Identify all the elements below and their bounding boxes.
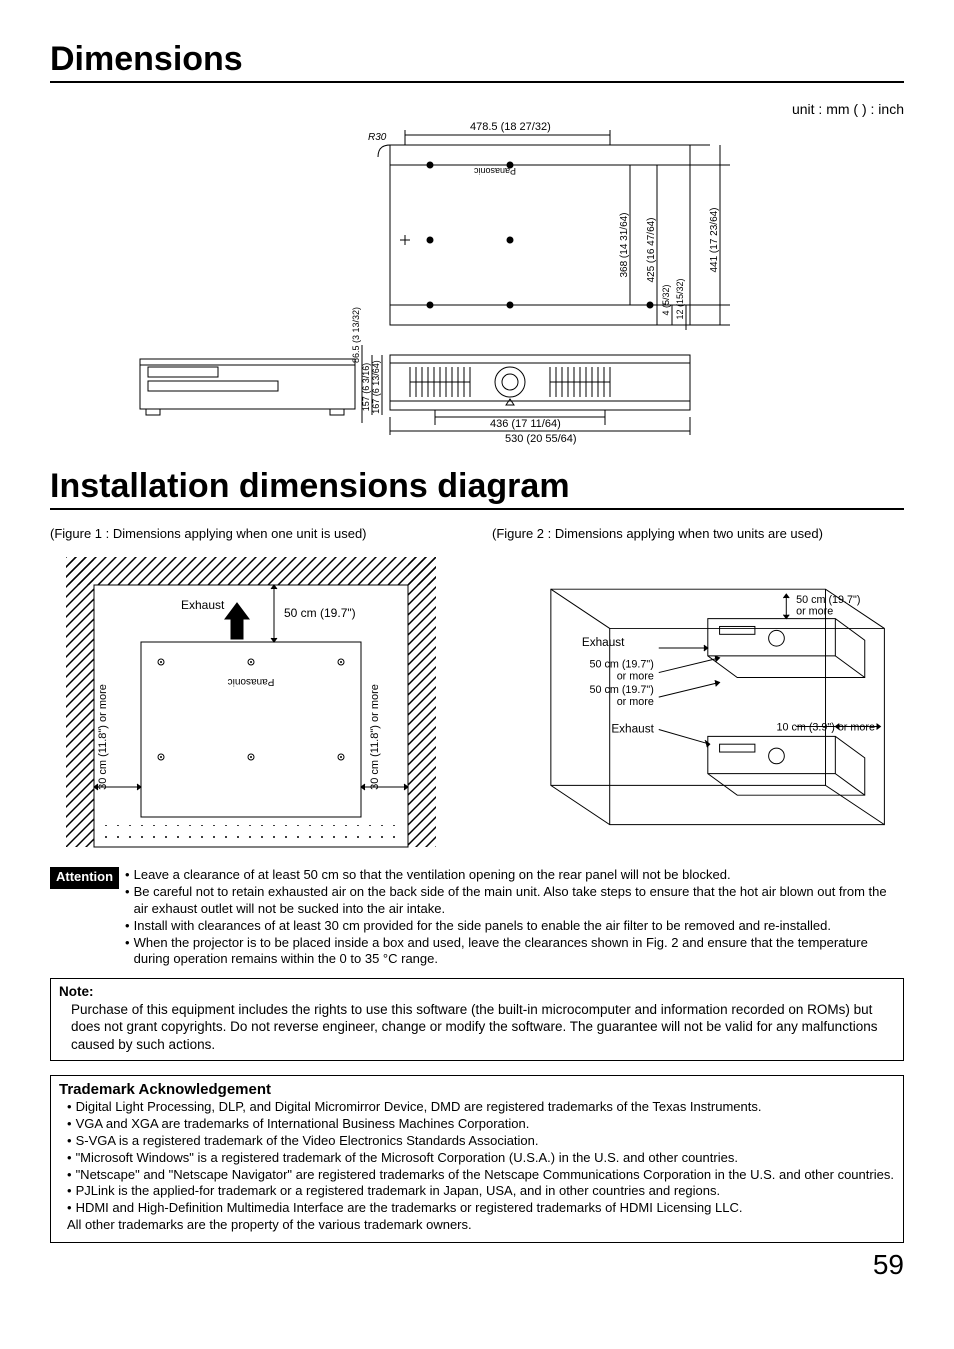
dimensions-drawing: R30 478.5 (18 27/32) Panasonic 368 (14 3… xyxy=(110,105,750,445)
svg-text:or more: or more xyxy=(796,606,833,618)
note-body: Purchase of this equipment includes the … xyxy=(59,1001,895,1054)
brand-top: Panasonic xyxy=(473,166,516,176)
svg-text:Panasonic: Panasonic xyxy=(228,676,275,687)
attention-list: •Leave a clearance of at least 50 cm so … xyxy=(125,867,904,968)
fig2-caption: (Figure 2 : Dimensions applying when two… xyxy=(492,526,904,541)
svg-text:Exhaust: Exhaust xyxy=(582,636,625,649)
dim-4: 4 (5/32) xyxy=(661,284,671,315)
dim-368: 368 (14 31/64) xyxy=(619,212,630,277)
attention-label: Attention xyxy=(50,867,119,889)
fig1-caption: (Figure 1 : Dimensions applying when one… xyxy=(50,526,462,541)
svg-text:30 cm (11.8") or more: 30 cm (11.8") or more xyxy=(97,684,109,790)
svg-text:or more: or more xyxy=(617,670,654,682)
dim-441: 441 (17 23/64) xyxy=(709,207,720,272)
dim-167: 167 (6 13/64) xyxy=(371,360,381,414)
svg-text:50 cm (19.7"): 50 cm (19.7") xyxy=(589,659,653,671)
dim-436: 436 (17 11/64) xyxy=(490,418,561,430)
svg-text:30 cm (11.8") or more: 30 cm (11.8") or more xyxy=(369,684,381,790)
svg-text:Exhaust: Exhaust xyxy=(611,722,654,735)
dim-86: 86.5 (3 13/32) xyxy=(351,307,361,363)
top-diagram: R30 478.5 (18 27/32) Panasonic 368 (14 3… xyxy=(50,95,904,455)
page-number: 59 xyxy=(50,1249,904,1281)
attention-block: Attention •Leave a clearance of at least… xyxy=(50,867,904,968)
heading-dimensions: Dimensions xyxy=(50,40,904,83)
svg-text:Exhaust: Exhaust xyxy=(181,598,225,612)
svg-text:50 cm (19.7"): 50 cm (19.7") xyxy=(589,684,653,696)
trademark-frame: Trademark Acknowledgement •Digital Light… xyxy=(50,1075,904,1244)
dim-157: 157 (6 3/16) xyxy=(361,363,371,412)
svg-text:10 cm (3.9") or more: 10 cm (3.9") or more xyxy=(776,721,875,733)
heading-install: Installation dimensions diagram xyxy=(50,467,904,510)
svg-text:50 cm (19.7"): 50 cm (19.7") xyxy=(796,594,860,606)
dim-top-width: 478.5 (18 27/32) xyxy=(470,121,551,133)
svg-text:50 cm (19.7"): 50 cm (19.7") xyxy=(284,606,356,620)
figure-2-drawing: 50 cm (19.7") or more Exhaust 50 cm (19.… xyxy=(492,547,904,857)
trademark-title: Trademark Acknowledgement xyxy=(59,1080,895,1100)
dim-425: 425 (16 47/64) xyxy=(646,217,657,282)
note-frame: Note: Purchase of this equipment include… xyxy=(50,978,904,1060)
note-title: Note: xyxy=(59,983,895,1001)
figure-1-drawing: Panasonic Exhaust 50 cm (19.7") xyxy=(50,547,462,857)
svg-text:or more: or more xyxy=(617,696,654,708)
dim-r30: R30 xyxy=(368,132,387,143)
trademark-footer: All other trademarks are the property of… xyxy=(59,1217,895,1234)
dim-12: 12 (15/32) xyxy=(675,278,685,319)
dim-530: 530 (20 55/64) xyxy=(505,433,577,445)
